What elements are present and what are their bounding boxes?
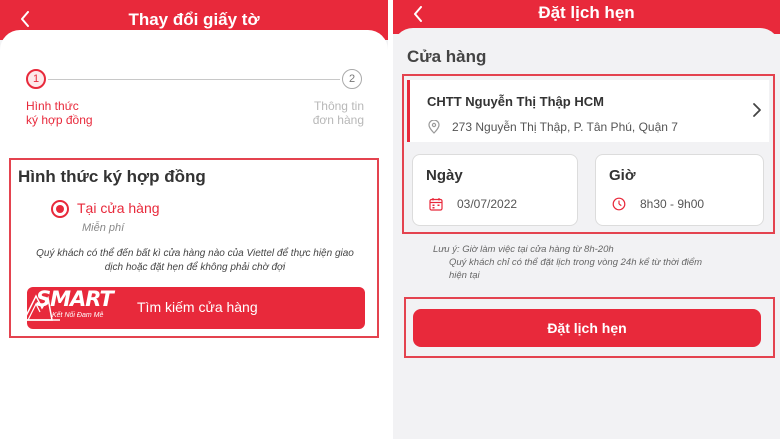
right-screen: Đặt lịch hẹn Cửa hàng CHTT Nguyễn Thị Th…: [393, 0, 780, 439]
step-2-label: Thông tin đơn hàng: [313, 99, 364, 127]
calendar-icon: [429, 198, 443, 211]
page-title: Đặt lịch hẹn: [538, 3, 635, 22]
store-name: CHTT Nguyễn Thị Thập HCM: [427, 94, 604, 109]
back-arrow-icon[interactable]: [407, 2, 429, 26]
chevron-right-icon[interactable]: [751, 102, 763, 118]
step-1-label-line1: Hình thức: [26, 99, 79, 113]
step-1-label: Hình thức ký hợp đồng: [26, 99, 93, 127]
booking-note-line3: hiện tại: [449, 270, 480, 281]
store-note: Quý khách có thể đến bất kì cửa hàng nào…: [27, 247, 363, 275]
store-option-label[interactable]: Tại cửa hàng: [77, 200, 160, 216]
date-title: Ngày: [426, 167, 463, 184]
time-value: 8h30 - 9h00: [640, 197, 705, 211]
clock-icon: [612, 197, 626, 211]
step-2-label-line2: đơn hàng: [312, 113, 364, 127]
step-1-label-line2: ký hợp đồng: [26, 113, 93, 127]
logo-word: SMART: [36, 287, 114, 311]
store-note-line1: Quý khách có thể đến bất kì cửa hàng nào…: [36, 248, 354, 259]
booking-note: Lưu ý: Giờ làm việc tại cửa hàng từ 8h-2…: [433, 243, 723, 282]
time-title: Giờ: [609, 167, 636, 184]
back-arrow-icon[interactable]: [14, 7, 36, 31]
booking-note-line1: Lưu ý: Giờ làm việc tại cửa hàng từ 8h-2…: [433, 244, 614, 255]
time-picker[interactable]: Giờ 8h30 - 9h00: [595, 154, 764, 226]
store-heading: Cửa hàng: [407, 47, 487, 66]
section-title: Hình thức ký hợp đồng: [18, 167, 206, 186]
store-card[interactable]: CHTT Nguyễn Thị Thập HCM 273 Nguyễn Thị …: [407, 80, 769, 142]
step-2-label-line1: Thông tin: [313, 99, 364, 113]
smart-watermark-logo: SMART Kết Nối Đam Mê: [22, 287, 132, 324]
radio-selected-dot: [56, 205, 64, 213]
booking-note-line2: Quý khách chỉ có thể đặt lịch trong vòng…: [449, 257, 703, 268]
date-picker[interactable]: Ngày 03/07/2022: [412, 154, 578, 226]
find-store-button-label: Tìm kiếm cửa hàng: [137, 299, 258, 315]
step-1-circle[interactable]: 1: [26, 69, 46, 89]
book-appointment-button[interactable]: Đặt lịch hẹn: [413, 309, 761, 347]
stepper-line: [48, 79, 340, 80]
store-option-radio[interactable]: [51, 200, 69, 218]
option-fee: Miễn phí: [82, 222, 125, 234]
page-title: Thay đổi giấy tờ: [128, 10, 260, 29]
step-2-circle[interactable]: 2: [342, 69, 362, 89]
left-screen: Thay đổi giấy tờ 1 2 Hình thức ký hợp đồ…: [0, 0, 388, 439]
date-value: 03/07/2022: [457, 197, 518, 211]
logo-tagline: Kết Nối Đam Mê: [52, 312, 104, 319]
store-note-line2: dịch hoặc đặt hẹn để không phải chờ đợi: [104, 262, 286, 273]
store-address: 273 Nguyễn Thị Thập, P. Tân Phú, Quận 7: [452, 120, 678, 134]
location-pin-icon: [428, 120, 440, 134]
